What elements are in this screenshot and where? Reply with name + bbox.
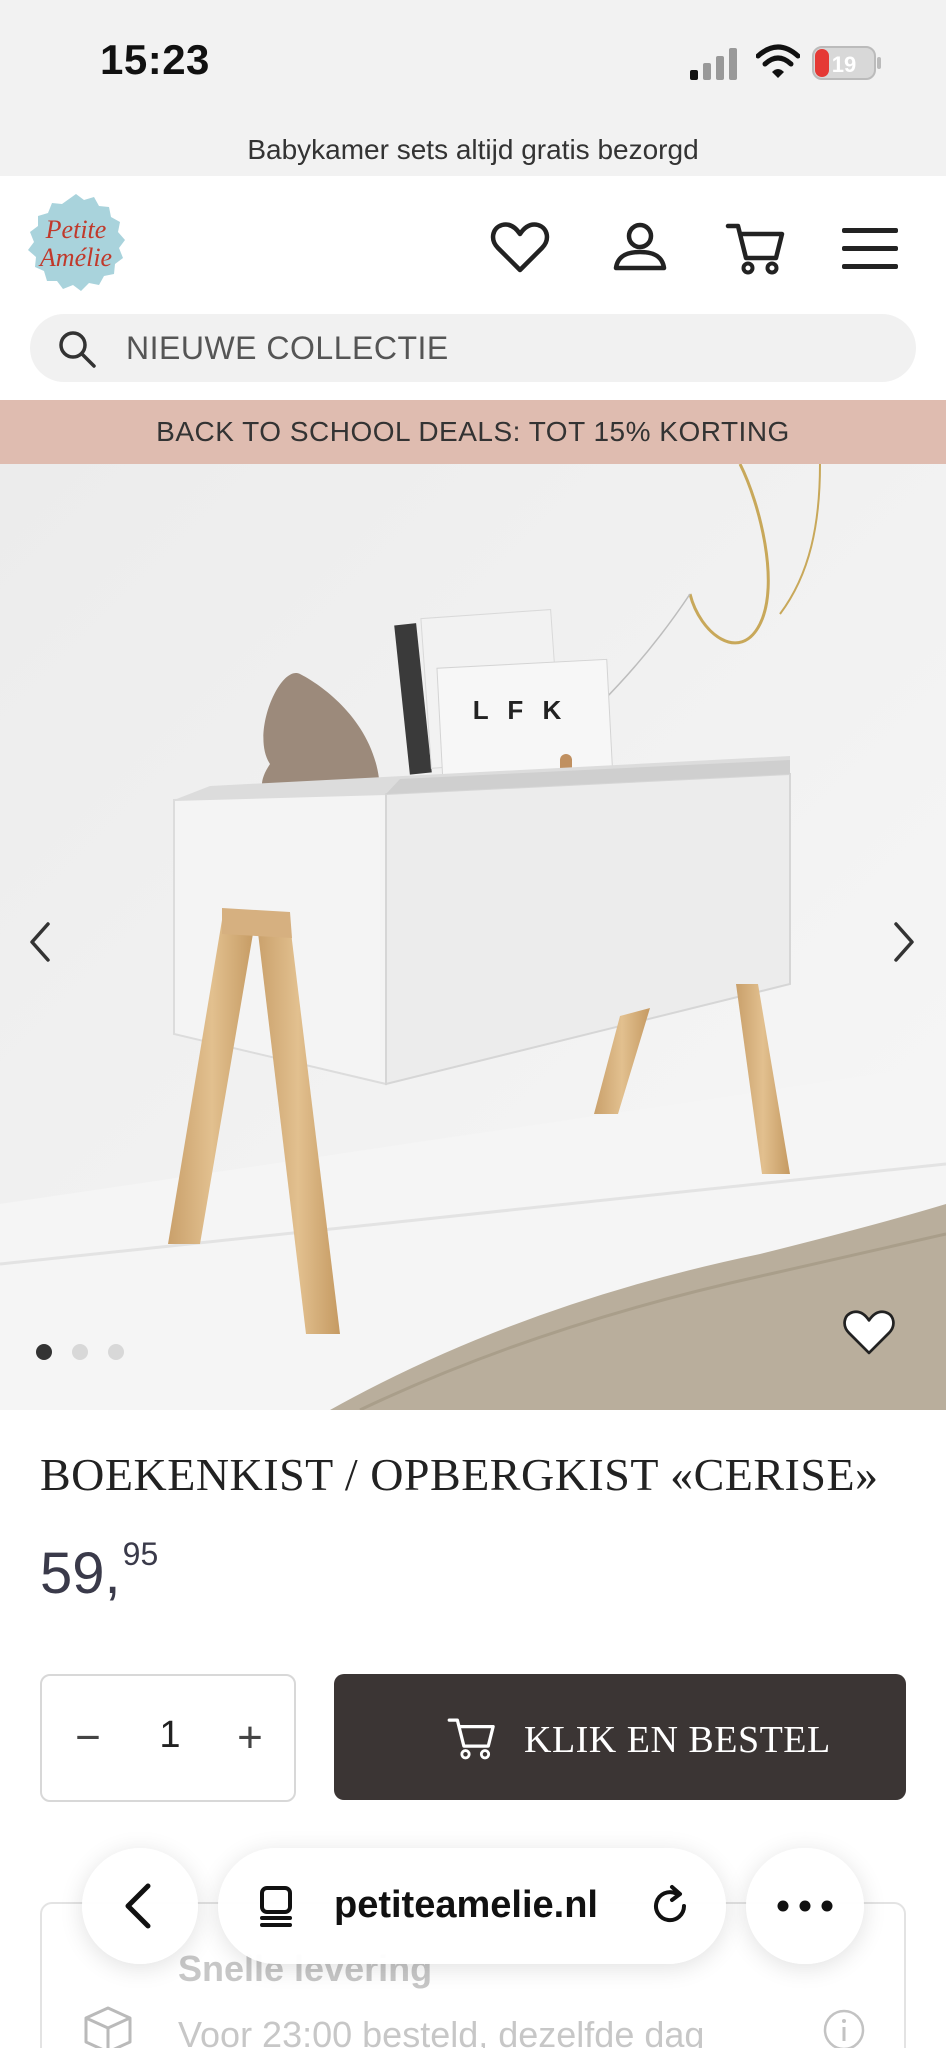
product-photo: L F K <box>0 464 946 1410</box>
back-arrow-icon <box>125 1883 151 1929</box>
price-cents: 95 <box>122 1536 159 1572</box>
browser-more-button[interactable] <box>746 1848 864 1964</box>
quantity-decrease-button[interactable]: − <box>60 1712 116 1768</box>
more-options-icon <box>777 1900 833 1912</box>
price-main: 59, <box>40 1541 121 1606</box>
carousel-dot-2[interactable] <box>72 1344 88 1360</box>
browser-back-button[interactable] <box>82 1848 198 1964</box>
browser-address-bar[interactable]: petiteamelie.nl <box>218 1848 726 1964</box>
cellular-signal-icon <box>690 48 737 80</box>
wifi-icon <box>756 44 800 78</box>
battery-icon: 19 <box>812 46 881 80</box>
carousel-prev-button[interactable] <box>18 912 58 972</box>
battery-level: 19 <box>832 52 856 77</box>
status-bar: 15:23 19 Babykamer sets altijd gratis be… <box>0 0 946 176</box>
info-icon[interactable] <box>822 2008 866 2048</box>
search-icon <box>59 331 96 368</box>
url-text: petiteamelie.nl <box>334 1884 598 1926</box>
user-icon[interactable] <box>608 216 672 280</box>
product-image-carousel[interactable]: L F K <box>0 464 946 1410</box>
carousel-dots <box>36 1344 144 1364</box>
cart-icon[interactable] <box>724 216 788 280</box>
heart-icon[interactable] <box>488 216 552 280</box>
announcement-bar: Babykamer sets altijd gratis bezorgd <box>247 134 699 165</box>
product-price: 59,95 <box>40 1536 158 1607</box>
add-to-cart-button[interactable]: KLIK EN BESTEL <box>334 1674 906 1800</box>
quantity-increase-button[interactable]: + <box>222 1712 278 1768</box>
quantity-stepper: − 1 + <box>40 1674 296 1802</box>
wishlist-heart-icon[interactable] <box>840 1304 898 1362</box>
tabs-icon <box>260 1886 292 1927</box>
site-header: Petite Amélie NIEUWE COLLECTIE <box>0 176 946 400</box>
search-input[interactable]: NIEUWE COLLECTIE <box>126 330 449 367</box>
cart-icon <box>447 1718 495 1760</box>
package-icon <box>84 2006 132 2048</box>
reload-icon[interactable] <box>648 1884 692 1928</box>
deals-banner[interactable]: BACK TO SCHOOL DEALS: TOT 15% KORTING <box>0 400 946 464</box>
menu-icon[interactable] <box>838 216 902 280</box>
logo-line-2: Amélie <box>38 243 112 272</box>
status-time: 15:23 <box>100 36 210 83</box>
add-to-cart-label: KLIK EN BESTEL <box>524 1719 831 1761</box>
quantity-input[interactable]: 1 <box>140 1714 200 1757</box>
carousel-dot-1[interactable] <box>36 1344 52 1360</box>
delivery-subtitle: Voor 23:00 besteld, dezelfde dag <box>178 2014 705 2048</box>
logo-line-1: Petite <box>45 215 107 244</box>
carousel-dot-3[interactable] <box>108 1344 124 1360</box>
search-bar[interactable]: NIEUWE COLLECTIE <box>30 314 916 382</box>
book-cover-text: L F K <box>473 695 568 725</box>
carousel-next-button[interactable] <box>886 912 926 972</box>
brand-logo[interactable]: Petite Amélie <box>22 190 130 298</box>
product-title: BOEKENKIST / OPBERGKIST «CERISE» <box>40 1449 879 1500</box>
